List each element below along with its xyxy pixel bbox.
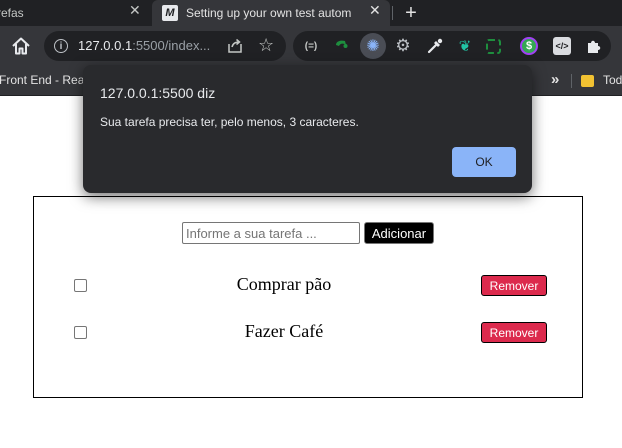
task-text: Fazer Café (244, 321, 324, 341)
ok-button[interactable]: OK (452, 147, 516, 177)
tab-strip: refas ✕ M Setting up your own test autom… (0, 0, 622, 26)
folder-icon[interactable] (581, 75, 594, 87)
tab-divider (392, 6, 393, 20)
gear-icon[interactable]: ⚙ (394, 36, 412, 55)
bookmarks-divider (571, 74, 572, 88)
task-checkbox[interactable] (74, 326, 87, 339)
task-checkbox[interactable] (74, 279, 87, 292)
remove-task-button[interactable]: Remover (481, 275, 547, 296)
alert-message: Sua tarefa precisa ter, pelo menos, 3 ca… (100, 115, 359, 129)
todo-container: Adicionar Comprar pão Remover Fazer Café… (33, 196, 583, 398)
tab-active[interactable]: M Setting up your own test autom ✕ (152, 0, 390, 26)
bird-icon[interactable]: ❦ (456, 37, 474, 55)
alert-title: 127.0.0.1:5500 diz (100, 85, 216, 101)
tab-label: Setting up your own test autom (186, 6, 352, 20)
home-icon[interactable] (10, 35, 32, 57)
fire-icon[interactable] (332, 37, 350, 55)
favicon-icon: M (162, 5, 178, 21)
url-host: 127.0.0.1 (78, 38, 133, 53)
url-text[interactable]: 127.0.0.1:5500/index... (78, 38, 210, 53)
task-input[interactable] (182, 222, 360, 244)
tab-label: refas (0, 6, 24, 20)
bookmark-item[interactable]: Front End - React (0, 73, 94, 87)
settings-ext-icon[interactable]: ✺ (360, 33, 386, 59)
address-bar[interactable]: i 127.0.0.1:5500/index... ☆ (44, 31, 286, 61)
close-tab-icon[interactable]: ✕ (129, 2, 141, 19)
url-path: :5500/index... (132, 38, 211, 53)
close-tab-icon[interactable]: ✕ (369, 2, 381, 19)
alert-dialog: 127.0.0.1:5500 diz Sua tarefa precisa te… (83, 65, 532, 193)
task-text: Comprar pão (236, 274, 332, 294)
extensions-bar: (=) ✺ ⚙ ❦ $ </> (293, 31, 611, 61)
usb-icon[interactable]: (=) (302, 37, 320, 55)
screenshot-icon[interactable] (486, 39, 501, 54)
tab-previous[interactable]: refas ✕ (0, 0, 152, 26)
bookmark-item[interactable]: Tod (603, 73, 622, 87)
eyedropper-icon[interactable] (426, 37, 444, 55)
puzzle-icon[interactable] (585, 37, 603, 55)
code-icon[interactable]: </> (553, 37, 571, 55)
new-tab-icon[interactable]: + (400, 0, 422, 26)
info-icon[interactable]: i (54, 39, 68, 53)
share-icon[interactable] (226, 37, 244, 55)
add-task-button[interactable]: Adicionar (364, 222, 434, 244)
remove-task-button[interactable]: Remover (481, 322, 547, 343)
dollar-icon[interactable]: $ (520, 37, 538, 55)
more-bookmarks-icon[interactable]: » (551, 71, 559, 88)
bookmark-star-icon[interactable]: ☆ (258, 35, 274, 56)
browser-toolbar: i 127.0.0.1:5500/index... ☆ (=) ✺ ⚙ ❦ $ … (0, 26, 622, 66)
